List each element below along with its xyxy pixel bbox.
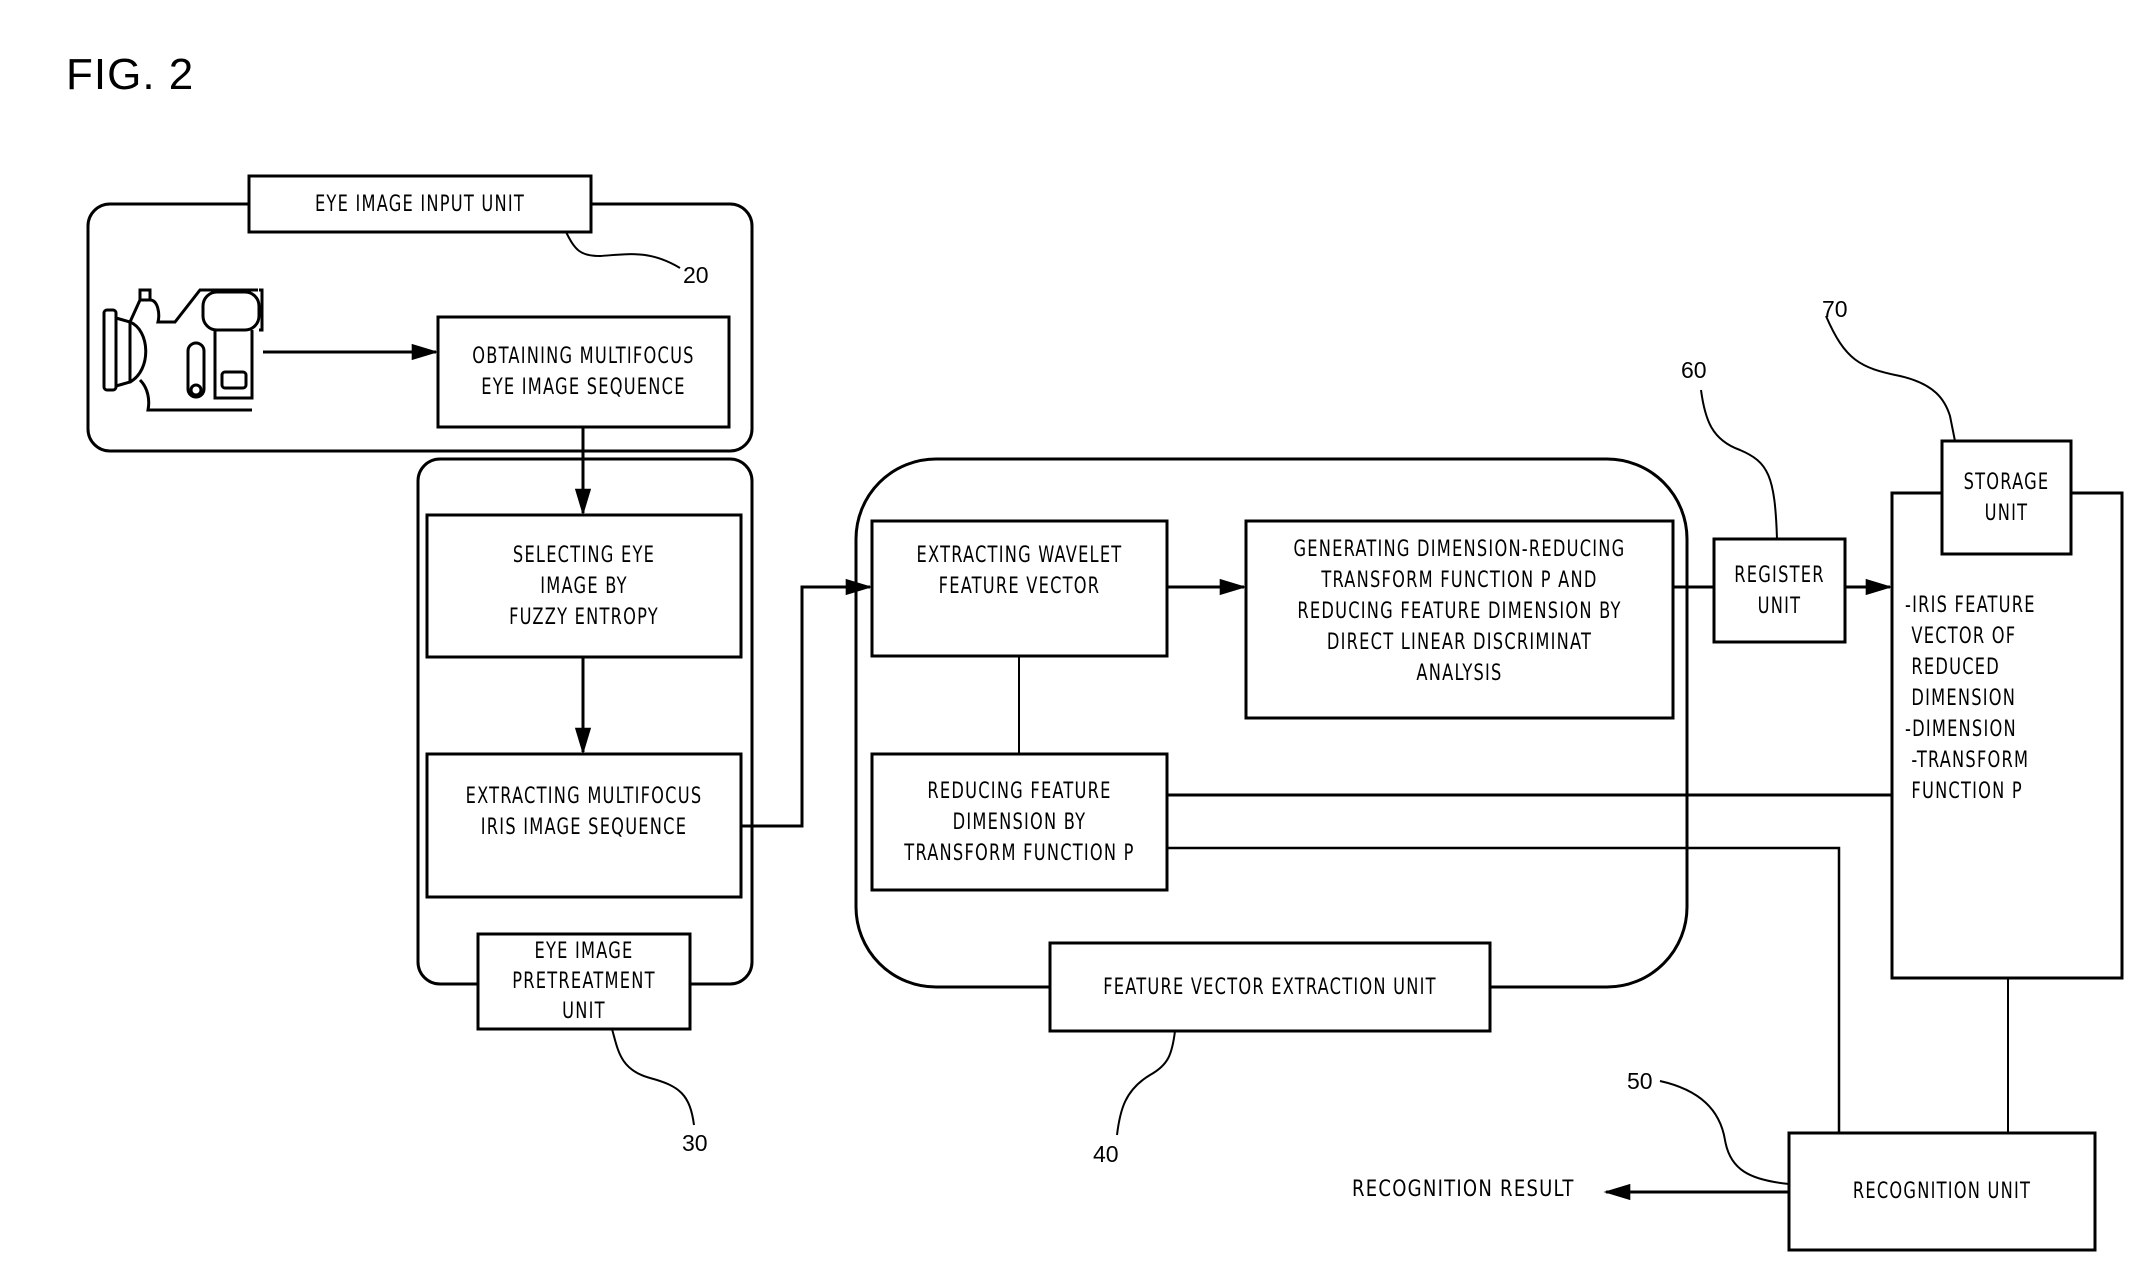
label-line: EYE IMAGE — [534, 938, 634, 964]
storage-item: FUNCTION P — [1905, 778, 2023, 804]
ref-50-leader — [1659, 1080, 1790, 1185]
step-line: FUZZY ENTROPY — [509, 604, 659, 630]
label-text: FEATURE VECTOR EXTRACTION UNIT — [1103, 974, 1437, 1000]
ref-30-leader — [611, 1028, 695, 1126]
step-line: REDUCING FEATURE — [927, 778, 1112, 804]
storage-item: VECTOR OF — [1905, 623, 2017, 649]
ref-20: 20 — [683, 262, 709, 288]
iris-to-wavelet-arrow — [741, 578, 873, 828]
eye-image-input-unit-label: EYE IMAGE INPUT UNIT — [280, 176, 560, 232]
ref-60-leader — [1700, 389, 1778, 540]
storage-item: -DIMENSION — [1905, 716, 2017, 742]
selecting-eye-image-step: SELECTING EYE IMAGE BY FUZZY ENTROPY — [455, 515, 712, 657]
ref-50: 50 — [1627, 1068, 1653, 1094]
step-line: DIRECT LINEAR DISCRIMINAT — [1326, 629, 1593, 655]
step-line: IRIS IMAGE SEQUENCE — [480, 814, 688, 840]
step-line: OBTAINING MULTIFOCUS — [472, 344, 695, 369]
step-line: REDUCING FEATURE DIMENSION BY — [1297, 598, 1622, 624]
ref-40-leader — [1116, 1030, 1176, 1136]
label-line: STORAGE — [1963, 469, 2050, 495]
eye-image-pretreatment-unit-label: EYE IMAGE PRETREATMENT UNIT — [497, 934, 671, 1029]
ref-60: 60 — [1681, 357, 1707, 383]
ref-70-leader — [1825, 315, 1956, 442]
label-line: UNIT — [1984, 500, 2029, 526]
storage-unit-contents: -IRIS FEATURE VECTOR OF REDUCED DIMENSIO… — [1905, 588, 2077, 808]
ref-40: 40 — [1093, 1141, 1119, 1167]
step-line: EYE IMAGE SEQUENCE — [481, 375, 686, 400]
label-line: UNIT — [1757, 593, 1802, 619]
recognition-unit-label: RECOGNITION UNIT — [1817, 1133, 2068, 1250]
storage-item: -IRIS FEATURE — [1905, 592, 2036, 618]
step-line: ANALYSIS — [1416, 660, 1503, 686]
label-line: PRETREATMENT — [512, 968, 656, 994]
ref-70: 70 — [1822, 296, 1848, 322]
storage-unit-label: STORAGE UNIT — [1954, 441, 2060, 554]
reducing-feature-step: REDUCING FEATURE DIMENSION BY TRANSFORM … — [899, 754, 1141, 890]
step-line: EXTRACTING WAVELET — [916, 543, 1123, 568]
label-text: RECOGNITION UNIT — [1852, 1179, 2032, 1204]
step-line: SELECTING EYE — [512, 542, 656, 568]
video-camera-icon — [102, 288, 264, 412]
step-line: DIMENSION BY — [952, 809, 1087, 835]
label-line: REGISTER — [1734, 562, 1825, 588]
extracting-wavelet-step: EXTRACTING WAVELET FEATURE VECTOR — [899, 521, 1141, 621]
step-line: FEATURE VECTOR — [938, 574, 1101, 599]
step-line: TRANSFORM FUNCTION P AND — [1321, 567, 1598, 593]
ref-20-leader — [565, 231, 681, 269]
eye-image-input-unit-label-text: EYE IMAGE INPUT UNIT — [314, 191, 526, 217]
step-line: IMAGE BY — [540, 573, 628, 599]
ref-30: 30 — [682, 1130, 708, 1156]
step-line: GENERATING DIMENSION-REDUCING — [1293, 536, 1626, 562]
step-line: EXTRACTING MULTIFOCUS — [465, 783, 703, 809]
extracting-multifocus-iris-step: EXTRACTING MULTIFOCUS IRIS IMAGE SEQUENC… — [455, 754, 712, 869]
obtaining-multifocus-step: OBTAINING MULTIFOCUS EYE IMAGE SEQUENCE — [464, 317, 703, 427]
storage-item: -TRANSFORM — [1905, 747, 2030, 773]
figure-title: FIG. 2 — [66, 50, 195, 99]
recognition-result-label: RECOGNITION RESULT — [1352, 1177, 1575, 1202]
step-line: TRANSFORM FUNCTION P — [904, 840, 1135, 866]
register-unit-label: REGISTER UNIT — [1726, 539, 1833, 642]
generating-transform-step: GENERATING DIMENSION-REDUCING TRANSFORM … — [1284, 521, 1634, 701]
storage-item: DIMENSION — [1905, 685, 2017, 711]
label-line: UNIT — [562, 998, 606, 1024]
feature-vector-extraction-unit-label: FEATURE VECTOR EXTRACTION UNIT — [1090, 943, 1451, 1031]
storage-item: REDUCED — [1905, 654, 2001, 680]
